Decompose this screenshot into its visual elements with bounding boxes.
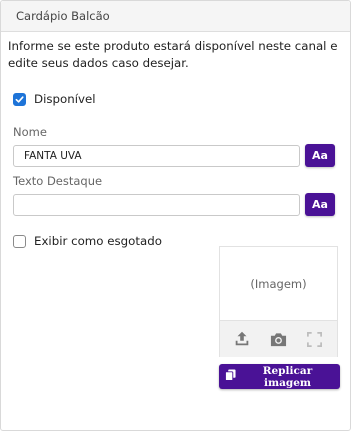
available-label: Disponível (34, 92, 96, 106)
check-icon[interactable] (13, 92, 26, 106)
sold-out-checkbox[interactable]: Exibir como esgotado (13, 234, 162, 248)
fullscreen-icon[interactable] (304, 328, 326, 350)
image-placeholder: (Imagem) (250, 276, 307, 291)
highlight-text-label: Texto Destaque (13, 174, 103, 188)
channel-panel: Cardápio Balcão Informe se este produto … (0, 0, 351, 431)
highlight-text-input[interactable] (13, 194, 300, 216)
camera-icon[interactable] (267, 328, 289, 350)
replicate-image-button[interactable]: Replicar imagem (219, 364, 340, 389)
available-checkbox[interactable]: Disponível (13, 92, 95, 106)
panel-title: Cardápio Balcão (16, 9, 110, 23)
sold-out-label: Exibir como esgotado (34, 234, 162, 248)
image-toolbar (220, 320, 337, 357)
replicate-image-label: Replicar imagem (262, 364, 313, 389)
upload-icon[interactable] (231, 328, 253, 350)
panel-header: Cardápio Balcão (1, 1, 350, 32)
image-box: (Imagem) (219, 246, 338, 357)
name-label: Nome (13, 125, 47, 139)
copy-icon (225, 369, 236, 384)
name-format-button[interactable]: Aa (305, 144, 335, 167)
highlight-format-button[interactable]: Aa (305, 193, 335, 216)
name-input[interactable] (13, 145, 300, 167)
intro-text: Informe se este produto estará disponíve… (8, 39, 338, 70)
checkbox-box[interactable] (13, 234, 26, 248)
